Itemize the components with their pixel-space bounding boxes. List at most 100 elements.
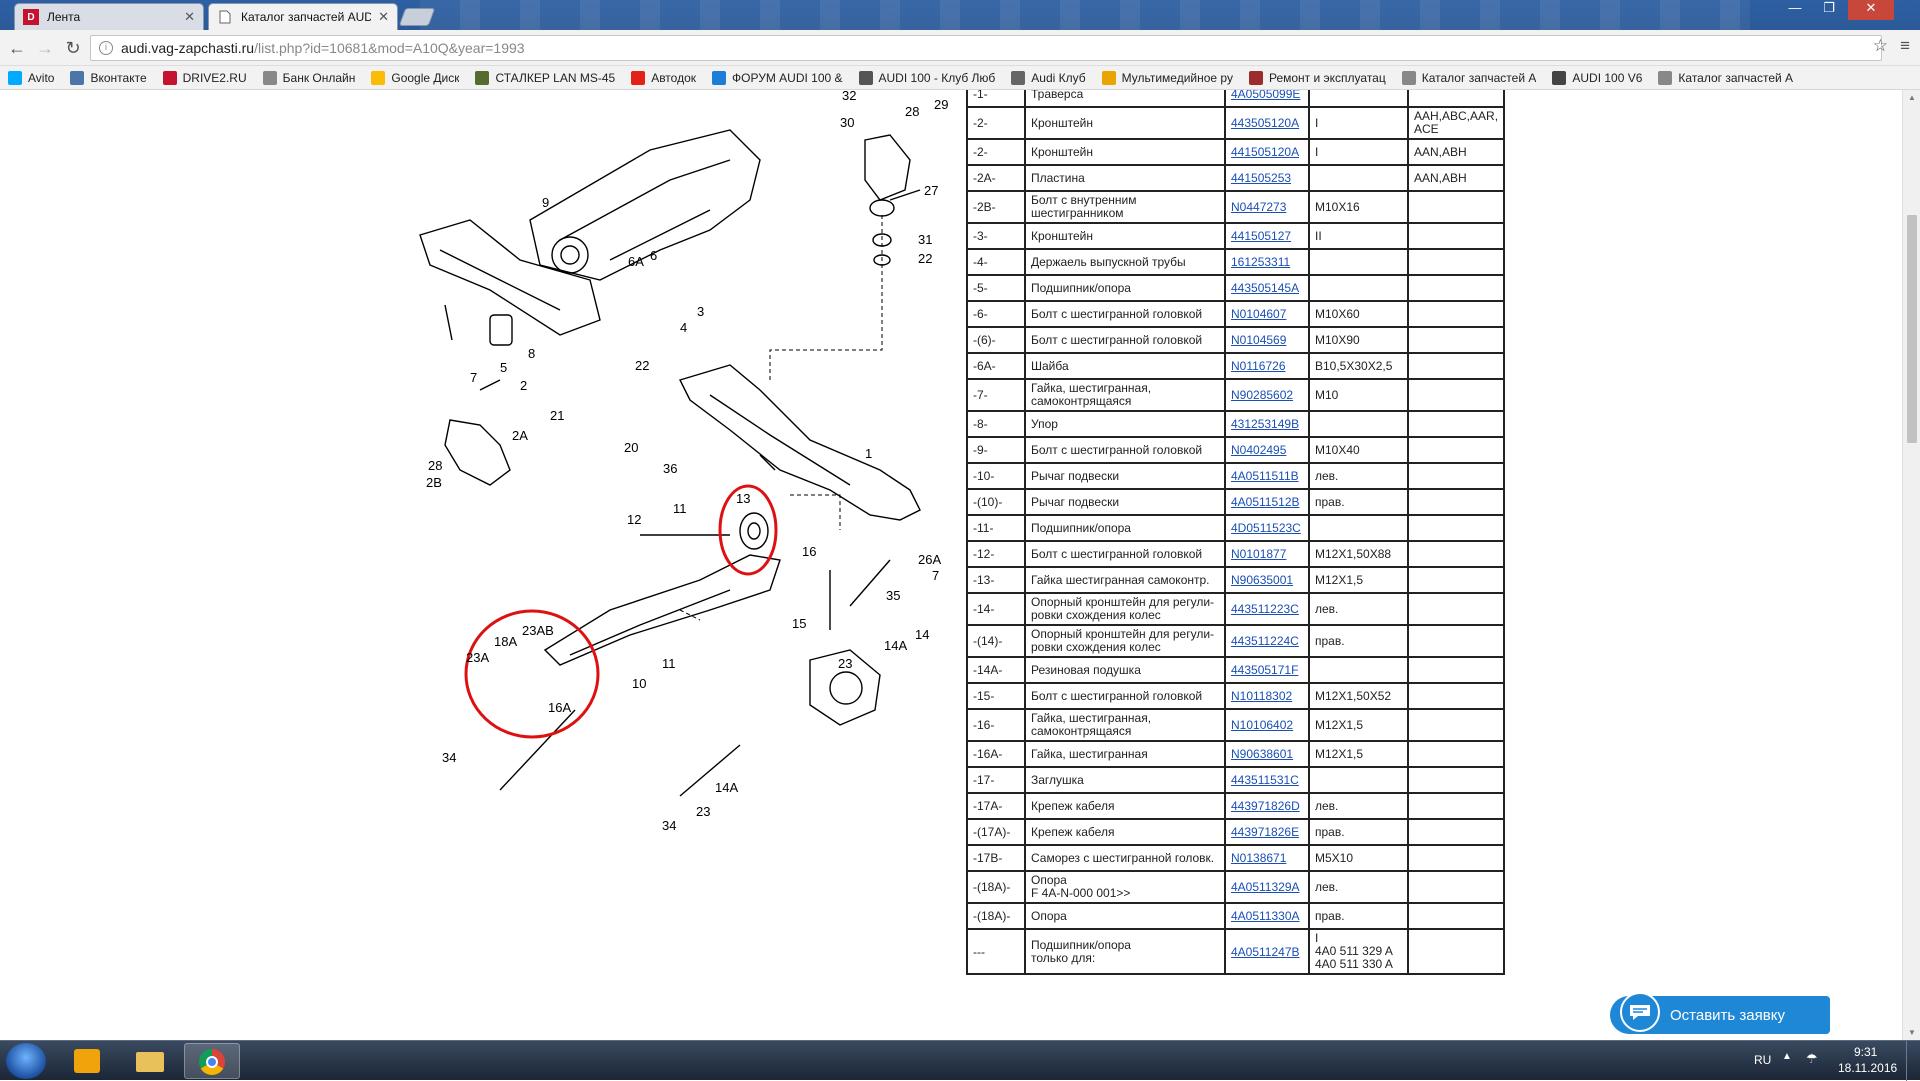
part-number-link[interactable]: 4A0511247B — [1231, 945, 1300, 959]
language-indicator[interactable]: RU — [1754, 1053, 1771, 1067]
bookmark-item[interactable]: Ремонт и эксплуатац — [1248, 70, 1386, 85]
part-number-link[interactable]: 441505127 — [1231, 229, 1291, 243]
part-number-link[interactable]: 441505120A — [1231, 145, 1299, 159]
bookmark-item[interactable]: Google Диск — [371, 70, 459, 85]
part-name-cell: Рычаг подвески — [1024, 462, 1226, 490]
part-number-link[interactable]: 443511224C — [1231, 634, 1299, 648]
maximize-icon[interactable]: ❐ — [1814, 0, 1844, 20]
address-bar[interactable]: i audi.vag-zapchasti.ru/list.php?id=1068… — [90, 35, 1882, 61]
part-position-cell: -2- — [966, 106, 1026, 140]
part-number-link[interactable]: 443511531C — [1231, 773, 1299, 787]
part-number-cell: N90638601 — [1224, 740, 1310, 768]
bookmark-item[interactable]: Каталог запчастей А — [1401, 70, 1536, 85]
tray-arrow-icon[interactable]: ▲ — [1782, 1051, 1792, 1062]
part-number-link[interactable]: 4A0511330A — [1231, 909, 1300, 923]
bookmark-item[interactable]: Вконтакте — [70, 70, 147, 85]
part-number-link[interactable]: 443505120A — [1231, 116, 1299, 130]
part-number-link[interactable]: N10106402 — [1231, 718, 1293, 732]
bookmark-label: DRIVE2.RU — [182, 70, 247, 85]
part-number-link[interactable]: 4A0511511B — [1231, 469, 1299, 483]
part-position-cell: -2A- — [966, 164, 1026, 192]
clock-time[interactable]: 9:31 — [1854, 1045, 1877, 1059]
part-number-link[interactable]: 4A0511329A — [1231, 880, 1300, 894]
tab-lenta[interactable]: D Лента ✕ — [14, 3, 204, 30]
part-number-link[interactable]: 161253311 — [1231, 255, 1290, 269]
part-engine-codes-cell — [1406, 844, 1506, 872]
part-number-link[interactable]: N10118302 — [1231, 689, 1292, 703]
part-number-link[interactable]: N0402495 — [1231, 443, 1286, 457]
part-number-link[interactable]: 443505171F — [1231, 663, 1298, 677]
part-number-link[interactable]: N0447273 — [1231, 200, 1286, 214]
part-name-cell: Опора F 4A-N-000 001>> — [1024, 870, 1226, 904]
close-window-icon[interactable]: ✕ — [1848, 0, 1894, 20]
clock-date[interactable]: 18.11.2016 — [1838, 1061, 1897, 1075]
browser-menu-icon[interactable]: ≡ — [1900, 36, 1910, 56]
bookmark-item[interactable]: Avito — [8, 70, 54, 85]
part-number-link[interactable]: 4A0511512B — [1231, 495, 1300, 509]
part-number-link[interactable]: N90285602 — [1231, 388, 1293, 402]
scroll-down-icon[interactable]: ▼ — [1907, 1028, 1917, 1037]
part-name-cell: Гайка шестигранная самоконтр. — [1024, 566, 1226, 594]
tab-strip-background — [420, 0, 1750, 30]
part-number-link[interactable]: N0138671 — [1231, 851, 1286, 865]
close-tab-icon[interactable]: ✕ — [184, 9, 195, 25]
outlook-taskbar-icon[interactable] — [60, 1043, 116, 1079]
bookmark-star-icon[interactable]: ☆ — [1873, 36, 1888, 56]
bookmark-label: Вконтакте — [90, 70, 147, 85]
start-button[interactable] — [6, 1043, 46, 1079]
part-number-link[interactable]: N0104607 — [1231, 307, 1286, 321]
scroll-thumb[interactable] — [1907, 215, 1917, 443]
network-icon[interactable]: ☂ — [1806, 1051, 1818, 1067]
part-engine-codes-cell — [1406, 766, 1506, 794]
part-number-link[interactable]: 443511223C — [1231, 602, 1299, 616]
bookmark-item[interactable]: СТАЛКЕР LAN MS-45 — [475, 70, 615, 85]
table-row: -14A- Резиновая подушка 443505171F — [966, 656, 1506, 684]
part-number-cell: 4A0511247B — [1224, 928, 1310, 975]
reload-icon[interactable]: ↻ — [62, 37, 84, 59]
part-number-link[interactable]: N0104569 — [1231, 333, 1286, 347]
part-number-link[interactable]: 443971826E — [1231, 825, 1299, 839]
bookmark-item[interactable]: ФОРУМ AUDI 100 & — [712, 70, 843, 85]
part-number-link[interactable]: N90638601 — [1231, 747, 1293, 761]
part-number-link[interactable]: 431253149B — [1231, 417, 1299, 431]
bookmark-item[interactable]: AUDI 100 V6 — [1552, 70, 1642, 85]
bookmark-item[interactable]: Банк Онлайн — [262, 70, 355, 85]
part-number-link[interactable]: 443971826D — [1231, 799, 1300, 813]
table-row: -(17A)- Крепеж кабеля 443971826E прав. — [966, 818, 1506, 846]
bookmark-label: Ремонт и эксплуатац — [1268, 70, 1386, 85]
chat-bubble-icon[interactable] — [1620, 992, 1660, 1032]
part-number-link[interactable]: N0101877 — [1231, 547, 1286, 561]
bookmark-item[interactable]: DRIVE2.RU — [162, 70, 247, 85]
page-scrollbar[interactable]: ▲ ▼ — [1902, 90, 1920, 1040]
part-position-cell: -15- — [966, 682, 1026, 710]
bookmark-item[interactable]: Каталог запчастей А — [1658, 70, 1793, 85]
table-row: -1- Траверса 4A0505099E — [966, 90, 1506, 108]
part-number-link[interactable]: N0116726 — [1231, 359, 1286, 373]
scroll-up-icon[interactable]: ▲ — [1907, 93, 1917, 102]
part-number-link[interactable]: N90635001 — [1231, 573, 1293, 587]
show-desktop-button[interactable] — [1906, 1041, 1920, 1081]
bookmark-item[interactable]: AUDI 100 - Клуб Люб — [858, 70, 995, 85]
back-arrow-icon[interactable]: ← — [6, 37, 28, 59]
diagram-label: 22 — [635, 358, 649, 373]
diagram-label: 23 — [696, 804, 710, 819]
part-engine-codes-cell — [1406, 222, 1506, 250]
explorer-taskbar-icon[interactable] — [122, 1043, 178, 1079]
info-icon[interactable]: i — [99, 41, 113, 55]
close-tab-icon[interactable]: ✕ — [378, 9, 389, 25]
tab-catalog[interactable]: Каталог запчастей AUDI ✕ — [208, 3, 398, 30]
part-number-link[interactable]: 443505145A — [1231, 281, 1299, 295]
chrome-taskbar-icon[interactable] — [184, 1043, 240, 1079]
bookmark-item[interactable]: Автодок — [631, 70, 696, 85]
diagram-label: 35 — [886, 588, 900, 603]
part-number-link[interactable]: 441505253 — [1231, 171, 1291, 185]
part-engine-codes-cell: AAN,ABH — [1406, 138, 1506, 166]
part-number-link[interactable]: 4D0511523C — [1231, 521, 1301, 535]
part-number-link[interactable]: 4A0505099E — [1231, 90, 1300, 101]
bookmark-item[interactable]: Мультимедийное ру — [1101, 70, 1233, 85]
part-note-cell: M10 — [1308, 378, 1409, 412]
forward-arrow-icon[interactable]: → — [34, 37, 56, 59]
part-note-cell: M12X1,50X88 — [1308, 540, 1409, 568]
bookmark-item[interactable]: Audi Клуб — [1011, 70, 1086, 85]
minimize-icon[interactable]: — — [1780, 0, 1810, 20]
